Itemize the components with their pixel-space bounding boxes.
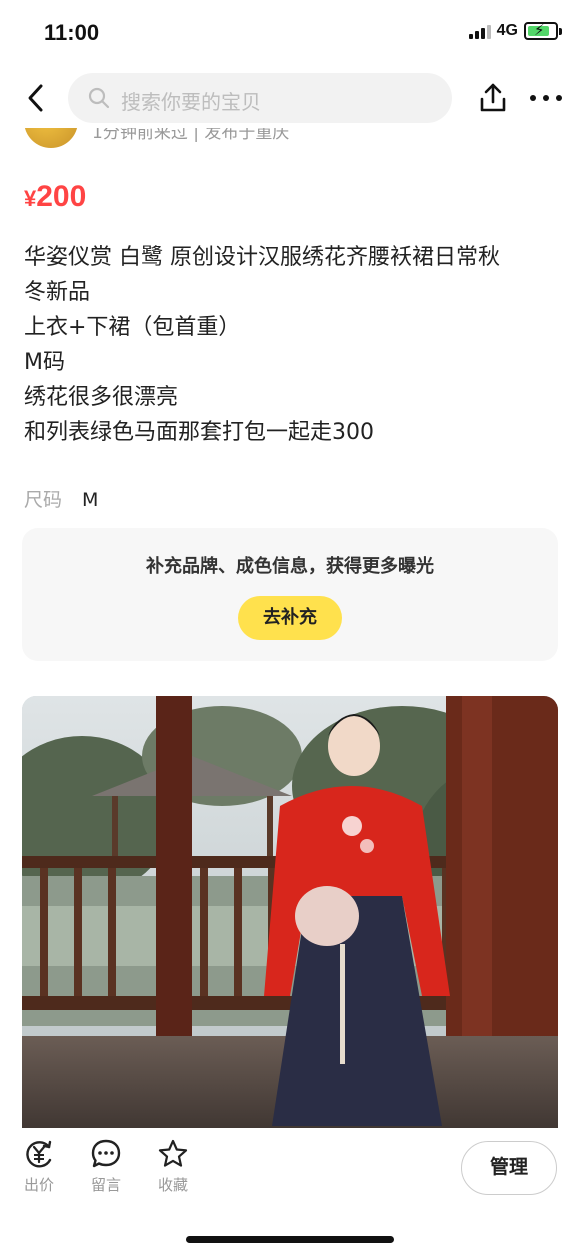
price-symbol: ¥ [24,186,37,211]
search-input[interactable]: 搜索你要的宝贝 [68,73,452,123]
favorite-button[interactable]: 收藏 [151,1138,195,1195]
message-bubble-icon [91,1139,121,1168]
description-line: 上衣+下裙（包首重） [24,315,241,340]
share-button[interactable] [478,82,508,114]
bottom-action-bar: 出价 留言 收藏 管理 [0,1128,580,1255]
product-photo-illustration [22,696,558,1136]
more-icon [530,95,562,101]
offer-label: 出价 [23,1176,54,1194]
network-label: 4G [496,22,518,39]
manage-button[interactable]: 管理 [461,1141,557,1195]
supplement-button[interactable]: 去补充 [238,596,342,640]
supplement-text: 补充品牌、成色信息，获得更多曝光 [146,556,434,577]
home-indicator [186,1236,394,1243]
star-icon [158,1139,188,1167]
size-value: M [82,489,99,511]
supplement-card: 补充品牌、成色信息，获得更多曝光 去补充 [22,528,558,661]
favorite-label: 收藏 [157,1176,188,1194]
price: ¥200 [24,180,86,214]
description-line: M码 [24,350,65,375]
size-label: 尺码 [24,489,63,511]
message-button[interactable]: 留言 [84,1138,128,1195]
signal-icon [468,23,491,39]
more-button[interactable] [529,88,563,108]
description-line: 和列表绿色马面那套打包一起走300 [24,420,374,445]
status-time: 11:00 [44,20,100,45]
description-line: 华姿仪赏 白鹭 原创设计汉服绣花齐腰袄裙日常秋 [24,245,500,270]
message-label: 留言 [90,1176,121,1194]
product-description: 华姿仪赏 白鹭 原创设计汉服绣花齐腰袄裙日常秋 冬新品 上衣+下裙（包首重） M… [24,240,554,450]
back-button[interactable] [22,82,52,114]
charging-bolt-icon: ⚡ [534,21,545,39]
search-placeholder: 搜索你要的宝贝 [121,90,261,114]
nav-bar: 搜索你要的宝贝 [0,70,580,128]
size-attribute: 尺码 M [24,485,98,512]
back-arrow-icon [28,84,43,112]
offer-button[interactable]: 出价 [17,1138,61,1195]
battery-icon: ⚡ [524,21,562,40]
description-line: 绣花很多很漂亮 [24,385,179,410]
description-line: 冬新品 [24,280,91,305]
status-indicators: 4G ⚡ [468,21,562,40]
price-value: 200 [36,180,87,213]
share-icon [480,83,506,112]
product-photo[interactable] [22,696,558,1136]
yuan-circle-icon [26,1140,52,1168]
search-icon [88,87,110,109]
status-bar: 11:00 4G ⚡ [0,0,580,66]
